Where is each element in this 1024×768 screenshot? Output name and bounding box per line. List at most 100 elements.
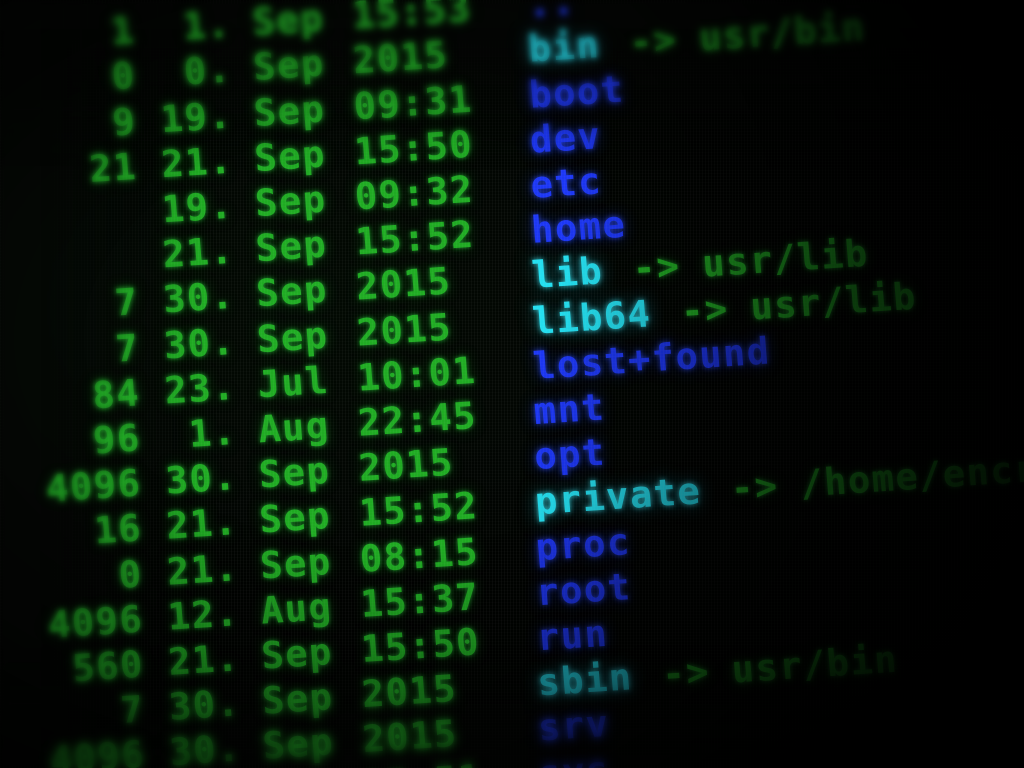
listing-day: 1. xyxy=(181,2,233,49)
listing-day: 30. xyxy=(164,455,239,503)
listing-entry-name[interactable]: sys xyxy=(511,748,612,768)
listing-month: Sep xyxy=(250,0,326,45)
monitor-screen: Sep15:53.11.Sep15:53..00.Sep2015bin->usr… xyxy=(0,0,1024,768)
listing-entry-name[interactable]: run xyxy=(509,611,610,660)
listing-day: 30. xyxy=(162,319,237,368)
listing-entry-name[interactable]: .. xyxy=(501,0,578,26)
listing-size: 560 xyxy=(70,642,146,691)
listing-entry-name[interactable]: lib64 xyxy=(505,291,653,343)
entry-label: .. xyxy=(526,0,578,26)
listing-month: Sep xyxy=(252,87,327,135)
listing-entry-name[interactable]: dev xyxy=(503,113,603,162)
listing-size: 4096 xyxy=(48,733,147,768)
listing-entry-name[interactable]: home xyxy=(504,202,628,253)
entry-label: bin xyxy=(526,23,602,72)
listing-day: 19. xyxy=(159,93,234,141)
symlink-arrow-icon: -> xyxy=(628,18,679,65)
listing-size: 9 xyxy=(110,99,138,144)
listing-size: 0 xyxy=(110,54,138,99)
entry-label: opt xyxy=(532,430,608,479)
listing-entry-name[interactable]: proc xyxy=(508,519,633,569)
listing-size: 96 xyxy=(91,416,143,463)
listing-time: 22:45 xyxy=(356,394,479,445)
entry-label: lib64 xyxy=(530,291,653,343)
listing-entry-name[interactable]: sbin xyxy=(510,655,635,705)
listing-entry-name[interactable]: etc xyxy=(503,159,604,207)
symlink-target: usr/bin xyxy=(730,637,900,692)
entry-label: srv xyxy=(536,702,612,750)
entry-label: sbin xyxy=(535,655,635,705)
entry-label: lib xyxy=(530,249,605,298)
listing-day: 21. xyxy=(164,500,240,549)
listing-size: 7 xyxy=(113,325,142,371)
listing-time: 2015 xyxy=(357,440,456,490)
listing-time: 2015 xyxy=(351,33,450,83)
listing-day: 12. xyxy=(165,590,241,639)
entry-label: private xyxy=(533,469,703,524)
listing-day: 19. xyxy=(160,183,235,232)
listing-entry-name[interactable]: private xyxy=(508,469,703,524)
listing-entry-name[interactable]: root xyxy=(509,565,633,614)
listing-day: 21. xyxy=(159,138,235,187)
entry-label: sys xyxy=(537,748,612,768)
listing-entry-name[interactable]: mnt xyxy=(506,385,607,434)
listing-month: Sep xyxy=(255,313,330,361)
listing-time: 15:53 xyxy=(350,0,473,38)
listing-day: 30. xyxy=(167,726,243,768)
listing-time: 15:52 xyxy=(353,212,476,264)
listing-time: 2015 xyxy=(354,259,453,309)
listing-size xyxy=(0,269,139,282)
listing-size: 7 xyxy=(118,687,147,733)
entry-label: proc xyxy=(533,519,633,569)
listing-month: Sep xyxy=(261,720,336,768)
symlink-arrow-icon: -> xyxy=(729,464,781,511)
listing-month: Sep xyxy=(251,41,327,90)
listing-entry-name[interactable]: srv xyxy=(511,702,612,750)
listing-month: Sep xyxy=(259,630,335,678)
listing-day: 30. xyxy=(161,274,237,322)
listing-entry-name[interactable]: lib xyxy=(504,249,605,298)
listing-size: 7 xyxy=(113,280,141,326)
listing-month: Jul xyxy=(255,358,331,407)
listing-entry-name[interactable]: bin xyxy=(501,23,602,72)
symlink-target: usr/lib xyxy=(700,232,871,286)
listing-time: 08:15 xyxy=(358,529,481,581)
entry-label: boot xyxy=(527,67,626,117)
listing-month: Sep xyxy=(257,494,333,542)
listing-month: Sep xyxy=(258,539,334,588)
listing-month: Sep xyxy=(254,222,329,271)
listing-size: 21 xyxy=(87,144,139,191)
listing-time: 09:31 xyxy=(351,77,475,128)
listing-day: 23. xyxy=(162,364,238,413)
listing-time: 15:50 xyxy=(359,620,482,672)
photo-canvas: Sep15:53.11.Sep15:53..00.Sep2015bin->usr… xyxy=(0,0,1024,768)
listing-size: 4096 xyxy=(46,597,145,647)
listing-size: 0 xyxy=(117,552,145,597)
symlink-target: usr/lib xyxy=(748,274,919,329)
entry-label: home xyxy=(529,202,628,253)
listing-day: 21. xyxy=(160,228,236,277)
listing-time: 2015 xyxy=(360,667,459,717)
symlink-arrow-icon: -> xyxy=(679,286,731,333)
entry-label: dev xyxy=(528,113,603,162)
listing-month: Sep xyxy=(253,177,329,226)
entry-label: mnt xyxy=(532,385,607,434)
listing-entry-name[interactable]: opt xyxy=(507,430,608,479)
symlink-arrow-icon: -> xyxy=(660,650,712,697)
symlink-target: usr/bin xyxy=(697,5,868,60)
listing-time: 2015 xyxy=(355,305,454,355)
listing-size: 4096 xyxy=(44,461,143,511)
listing-month: Aug xyxy=(259,584,334,633)
listing-size: 84 xyxy=(90,371,142,418)
listing-day: 21. xyxy=(165,545,240,594)
listing-size xyxy=(0,224,138,237)
listing-time: 15:37 xyxy=(358,575,482,626)
listing-time: 2015 xyxy=(360,712,460,762)
listing-time: 10:01 xyxy=(355,348,478,400)
listing-entry-name[interactable]: boot xyxy=(502,67,626,117)
listing-month: Sep xyxy=(252,132,328,180)
listing-day: 21. xyxy=(166,636,242,684)
listing-day: 0. xyxy=(182,47,234,94)
listing-size xyxy=(0,0,135,10)
entry-label: run xyxy=(535,611,610,660)
